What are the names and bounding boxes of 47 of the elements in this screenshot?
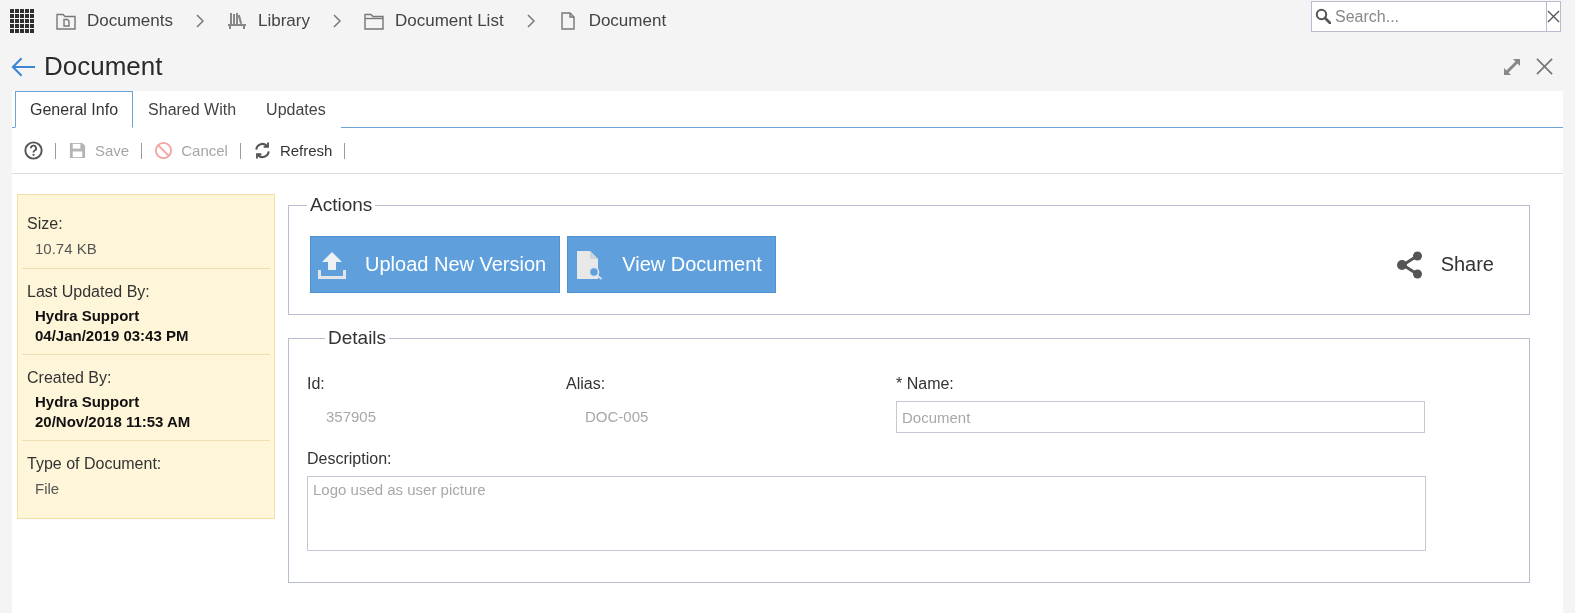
help-icon — [24, 141, 43, 160]
refresh-icon — [252, 141, 272, 160]
folder-document-icon — [56, 12, 76, 30]
folder-icon — [363, 12, 384, 30]
page-title: Document — [44, 51, 163, 82]
document-search-icon — [574, 249, 605, 280]
info-value: 10.74 KB — [34, 239, 98, 259]
close-icon[interactable] — [1536, 58, 1553, 75]
chevron-right-icon — [332, 14, 341, 28]
search-icon — [1315, 8, 1331, 24]
info-label: Created By: — [27, 368, 113, 388]
breadcrumb-link[interactable]: Library — [227, 11, 310, 31]
prohibited-icon — [154, 141, 174, 160]
info-label: Type of Document: — [27, 454, 163, 474]
group-legend: Actions — [307, 194, 376, 216]
timestamp: 04/Jan/2019 03:43 PM — [34, 326, 190, 346]
field-label: Description: — [307, 449, 393, 469]
expand-icon[interactable] — [1503, 57, 1521, 76]
info-value: File — [34, 479, 61, 499]
field-value: 357905 — [325, 407, 378, 427]
field-label: Alias: — [566, 374, 607, 394]
chevron-right-icon — [196, 14, 204, 28]
field-label: Id: — [307, 374, 326, 394]
back-arrow-icon[interactable] — [11, 55, 36, 78]
share-icon — [1395, 250, 1424, 279]
timestamp: 20/Nov/2018 11:53 AM — [34, 412, 192, 432]
field-value: DOC-005 — [584, 407, 650, 427]
user-name: Hydra Support — [34, 392, 141, 412]
breadcrumb-link[interactable]: Document — [557, 11, 667, 31]
tab[interactable]: General Info — [15, 91, 134, 128]
close-icon — [1547, 10, 1560, 23]
search-field[interactable]: Search... — [1311, 1, 1546, 32]
breadcrumb-link[interactable]: Document List — [363, 11, 504, 31]
refresh-button[interactable]: Refresh — [252, 141, 333, 160]
breadcrumb-link[interactable]: Documents — [56, 11, 173, 31]
clear-search-button[interactable] — [1546, 1, 1561, 32]
field-label: * Name: — [896, 374, 955, 394]
group-legend: Details — [325, 327, 390, 349]
user-name: Hydra Support — [34, 306, 141, 326]
app-grid-icon[interactable] — [10, 9, 34, 33]
share-link[interactable]: Share — [1395, 250, 1494, 279]
upload-icon — [317, 249, 347, 280]
info-label: Last Updated By: — [27, 282, 151, 302]
books-icon — [227, 12, 247, 30]
info-label: Size: — [27, 214, 64, 234]
help-button[interactable] — [24, 141, 43, 160]
chevron-right-icon — [526, 14, 535, 28]
